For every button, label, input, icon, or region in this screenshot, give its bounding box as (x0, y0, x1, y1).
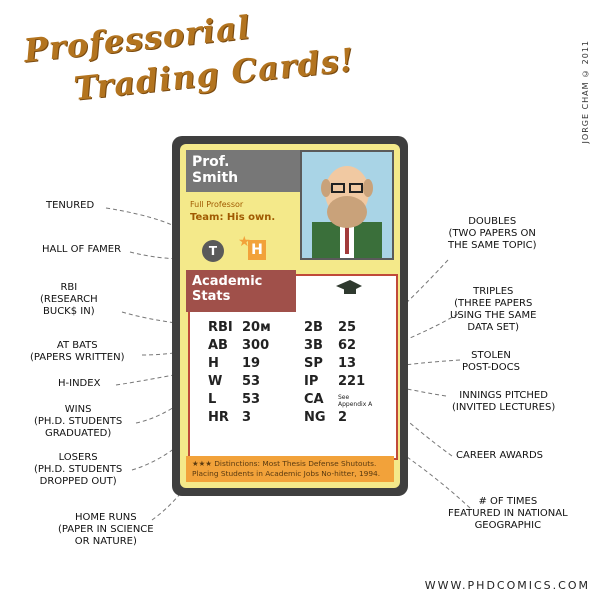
stat-value: 53 (242, 374, 261, 389)
label-triples: TRIPLES (THREE PAPERS USING THE SAME DAT… (450, 286, 537, 333)
label-stolen: STOLEN POST-DOCS (462, 350, 520, 373)
stat-value: 221 (338, 374, 366, 389)
stat-value: 13 (338, 356, 357, 371)
stat-key: NG (304, 410, 326, 425)
stat-value: 53 (242, 392, 261, 407)
stats-row: W 53 IP 221 (208, 374, 388, 392)
label-tenured: TENURED (46, 200, 95, 211)
label-h-index: H-INDEX (58, 378, 101, 389)
label-home-runs: HOME RUNS (PAPER IN SCIENCE OR NATURE) (58, 512, 154, 547)
stat-value: 19 (242, 356, 261, 371)
label-hall-of-famer: HALL OF FAMER (42, 244, 122, 255)
stat-key: 3B (304, 338, 323, 353)
label-losers: LOSERS (PH.D. STUDENTS DROPPED OUT) (34, 452, 123, 487)
stat-value: See Appendix A (338, 394, 373, 408)
stat-value: 62 (338, 338, 357, 353)
professor-team: Team: His own. (190, 212, 276, 223)
label-wins: WINS (PH.D. STUDENTS GRADUATED) (34, 404, 123, 439)
stat-value: 20м (242, 320, 271, 335)
stats-table: RBI 20м 2B 25 AB 300 3B 62 H 19 SP 13 W … (208, 320, 388, 428)
tenured-icon: T (202, 240, 224, 262)
label-national-geographic: # OF TIMES FEATURED IN NATIONAL GEOGRAPH… (448, 496, 568, 531)
stat-value: 3 (242, 410, 252, 425)
stat-key: SP (304, 356, 323, 371)
stats-row: H 19 SP 13 (208, 356, 388, 374)
stats-row: HR 3 NG 2 (208, 410, 388, 428)
label-rbi: RBI (RESEARCH BUCK$ IN) (40, 282, 98, 317)
graduation-cap-icon (336, 280, 362, 294)
label-innings: INNINGS PITCHED (INVITED LECTURES) (452, 390, 556, 413)
trading-card: Prof. Smith Full Professor Team: His own… (172, 136, 408, 496)
professor-name: Prof. Smith (186, 150, 308, 192)
label-career-awards: CAREER AWARDS (456, 450, 544, 461)
stat-key: AB (208, 338, 228, 353)
stat-key: IP (304, 374, 319, 389)
name-text: Prof. Smith (192, 154, 239, 186)
stats-row: RBI 20м 2B 25 (208, 320, 388, 338)
stat-value: 2 (338, 410, 348, 425)
distinctions-text: ★★★ Distinctions: Most Thesis Defense Sh… (192, 459, 381, 478)
stats-title-text: Academic Stats (192, 274, 263, 304)
professor-rank: Full Professor (190, 200, 244, 209)
stat-key: 2B (304, 320, 323, 335)
stat-key: W (208, 374, 223, 389)
stats-row: AB 300 3B 62 (208, 338, 388, 356)
stat-value: 300 (242, 338, 270, 353)
distinctions-bar: ★★★ Distinctions: Most Thesis Defense Sh… (186, 456, 394, 482)
stat-key: RBI (208, 320, 233, 335)
stat-key: HR (208, 410, 229, 425)
professor-portrait (300, 150, 394, 260)
stat-key: L (208, 392, 217, 407)
stat-key: H (208, 356, 219, 371)
stats-row: L 53 CA See Appendix A (208, 392, 388, 410)
stats-title: Academic Stats (186, 270, 296, 312)
hall-of-fame-icon: H (248, 240, 266, 260)
stat-key: CA (304, 392, 324, 407)
card-face: Prof. Smith Full Professor Team: His own… (180, 144, 400, 488)
label-doubles: DOUBLES (TWO PAPERS ON THE SAME TOPIC) (448, 216, 537, 251)
stat-value: 25 (338, 320, 357, 335)
label-at-bats: AT BATS (PAPERS WRITTEN) (30, 340, 125, 363)
